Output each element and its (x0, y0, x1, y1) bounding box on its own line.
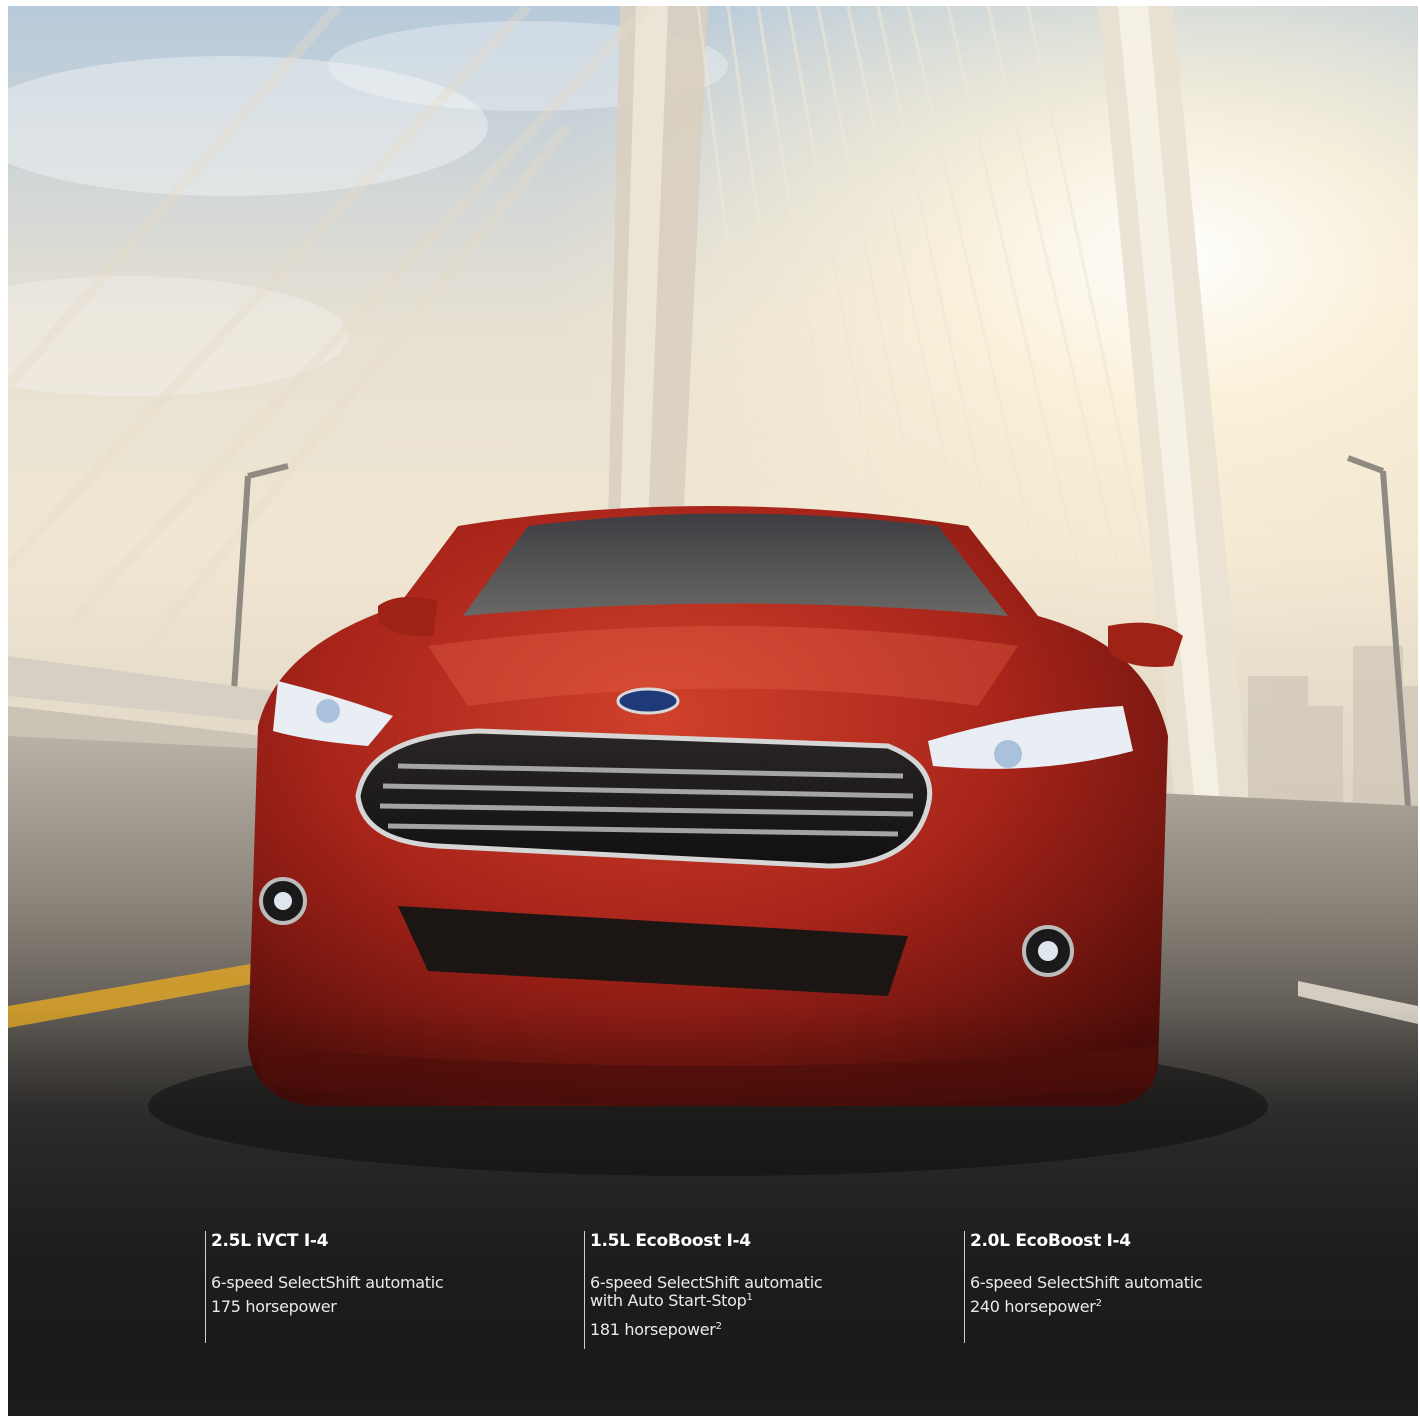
footnote-marker: 2 (1095, 1298, 1102, 1309)
footnote-marker: 2 (715, 1321, 722, 1332)
engine-transmission: 6-speed SelectShift automatic (970, 1273, 1203, 1292)
engine-transmission-extra: with Auto Start-Stop1 (590, 1291, 753, 1310)
engine-horsepower: 240 horsepower2 (970, 1297, 1102, 1316)
divider (964, 1231, 965, 1343)
engine-name: 2.5L iVCT I-4 (211, 1231, 329, 1251)
engine-transmission: 6-speed SelectShift automatic (211, 1273, 444, 1292)
brochure-page: 2.5L iVCT I-4 6-speed SelectShift automa… (8, 6, 1418, 1416)
divider (205, 1231, 206, 1343)
engine-transmission: 6-speed SelectShift automatic (590, 1273, 823, 1292)
engine-horsepower: 181 horsepower2 (590, 1320, 722, 1339)
footnote-marker: 1 (746, 1292, 753, 1303)
engine-specs: 2.5L iVCT I-4 6-speed SelectShift automa… (8, 6, 1418, 1416)
engine-horsepower: 175 horsepower (211, 1297, 337, 1316)
engine-name: 1.5L EcoBoost I-4 (590, 1231, 751, 1251)
engine-name: 2.0L EcoBoost I-4 (970, 1231, 1131, 1251)
divider (584, 1231, 585, 1349)
